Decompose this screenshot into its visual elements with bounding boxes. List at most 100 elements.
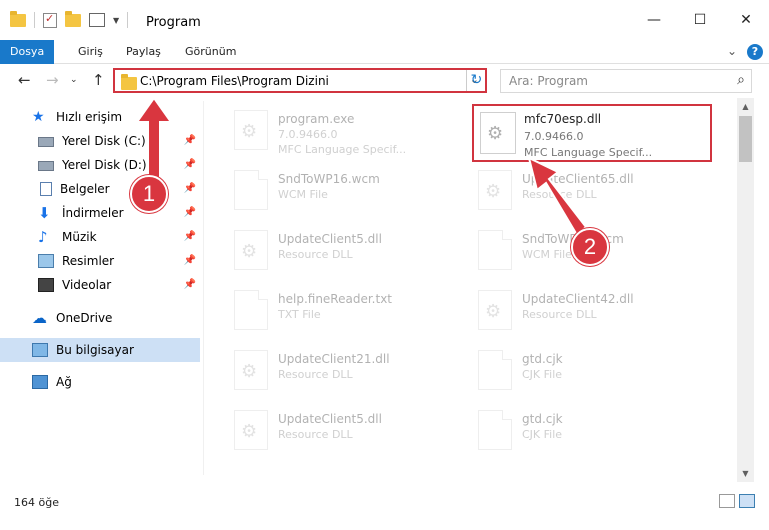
search-input[interactable]: Ara: Program: [509, 74, 588, 88]
file-item[interactable]: UpdateClient5.dll Resource DLL: [212, 402, 452, 456]
back-arrow-icon[interactable]: ←: [18, 71, 31, 89]
ribbon-tabs: Dosya Giriş Paylaş Görünüm ⌄ ?: [0, 40, 769, 64]
item-count: 164 öğe: [14, 496, 59, 509]
pin-icon[interactable]: 📌: [184, 279, 196, 290]
nav-quick-access[interactable]: ★ Hızlı erişim: [0, 105, 200, 129]
file-type: CJK File: [522, 368, 563, 381]
file-type: WCM File: [522, 248, 572, 261]
scroll-thumb[interactable]: [739, 116, 752, 162]
refresh-icon[interactable]: ↻: [466, 70, 486, 91]
file-item[interactable]: UpdateClient21.dll Resource DLL: [212, 342, 452, 396]
file-item[interactable]: SndToWP16.wcm WCM File: [212, 162, 452, 216]
nav-item-disk-c[interactable]: Yerel Disk (C:) 📌: [0, 129, 200, 153]
dll-icon: [478, 170, 512, 210]
minimize-button[interactable]: —: [631, 0, 677, 40]
file-name: SndToWP16.wcm: [278, 172, 380, 186]
file-type: Resource DLL: [522, 188, 597, 201]
recent-locations-chevron-icon[interactable]: ⌄: [70, 75, 78, 85]
pin-icon[interactable]: 📌: [184, 231, 196, 242]
nav-item-music[interactable]: ♪ Müzik 📌: [0, 225, 200, 249]
pin-icon[interactable]: 📌: [184, 183, 196, 194]
tiles-view-icon[interactable]: [739, 494, 755, 508]
dll-icon: [478, 290, 512, 330]
forward-arrow-icon[interactable]: →: [46, 71, 59, 89]
blank-file-icon: [478, 410, 512, 450]
nav-label: Hızlı erişim: [56, 110, 123, 124]
music-icon: ♪: [38, 228, 48, 246]
file-item[interactable]: help.fineReader.txt TXT File: [212, 282, 452, 336]
quick-access-toolbar: ▼: [10, 10, 129, 28]
blank-file-icon: [478, 350, 512, 390]
callout-badge-2: 2: [571, 228, 609, 266]
file-name: help.fineReader.txt: [278, 292, 392, 306]
title-bar: ▼ Program — ☐ ✕: [0, 0, 769, 40]
customize-toolbar-chevron-icon[interactable]: ▼: [113, 16, 119, 25]
dll-icon: [480, 112, 516, 154]
properties-check-icon[interactable]: [43, 12, 57, 28]
dll-icon: [234, 230, 268, 270]
view-options-icon[interactable]: [89, 13, 105, 27]
nav-item-disk-d[interactable]: Yerel Disk (D:) 📌: [0, 153, 200, 177]
separator: [34, 12, 35, 28]
star-icon: ★: [32, 109, 45, 125]
vertical-scrollbar[interactable]: ▲ ▼: [737, 98, 754, 482]
address-path[interactable]: C:\Program Files\Program Dizini: [140, 74, 329, 88]
maximize-button[interactable]: ☐: [677, 0, 723, 40]
pin-icon[interactable]: 📌: [184, 255, 196, 266]
nav-item-pictures[interactable]: Resimler 📌: [0, 249, 200, 273]
search-box[interactable]: Ara: Program ⌕: [500, 69, 752, 93]
search-icon[interactable]: ⌕: [737, 72, 745, 88]
address-bar[interactable]: C:\Program Files\Program Dizini ⌄: [113, 68, 487, 93]
help-icon[interactable]: ?: [747, 44, 763, 60]
file-item[interactable]: UpdateClient65.dll Resource DLL: [456, 162, 696, 216]
status-bar: 164 öğe: [0, 482, 769, 530]
close-button[interactable]: ✕: [723, 0, 769, 40]
nav-item-downloads[interactable]: ⬇ İndirmeler 📌: [0, 201, 200, 225]
pin-icon[interactable]: 📌: [184, 135, 196, 146]
tab-share[interactable]: Paylaş: [126, 40, 161, 64]
videos-icon: [38, 278, 54, 292]
nav-label: OneDrive: [56, 311, 113, 325]
file-item[interactable]: UpdateClient5.dll Resource DLL: [212, 222, 452, 276]
file-version: 7.0.9466.0: [524, 130, 584, 143]
file-name: program.exe: [278, 112, 355, 126]
file-item[interactable]: gtd.cjk CJK File: [456, 342, 696, 396]
scroll-down-icon[interactable]: ▼: [737, 465, 754, 482]
pin-icon[interactable]: 📌: [184, 207, 196, 218]
window-title: Program: [146, 15, 201, 30]
file-item-highlighted[interactable]: mfc70esp.dll 7.0.9466.0 MFC Language Spe…: [472, 104, 712, 162]
tab-file[interactable]: Dosya: [0, 40, 55, 64]
pin-icon[interactable]: 📌: [184, 159, 196, 170]
new-folder-icon[interactable]: [65, 10, 81, 27]
file-name: UpdateClient5.dll: [278, 232, 382, 246]
nav-onedrive[interactable]: ☁ OneDrive: [0, 306, 200, 330]
nav-item-documents[interactable]: Belgeler 📌: [0, 177, 200, 201]
nav-label: Yerel Disk (C:): [62, 134, 146, 148]
window-controls: — ☐ ✕: [631, 0, 769, 40]
dll-icon: [234, 410, 268, 450]
file-type: TXT File: [278, 308, 321, 321]
details-view-icon[interactable]: [719, 494, 735, 508]
nav-label: Videolar: [62, 278, 112, 292]
nav-this-pc[interactable]: Bu bilgisayar: [0, 338, 200, 362]
file-name: UpdateClient21.dll: [278, 352, 390, 366]
file-item[interactable]: program.exe 7.0.9466.0 MFC Language Spec…: [212, 102, 452, 156]
file-type: CJK File: [522, 428, 563, 441]
computer-icon: [32, 343, 48, 357]
tab-view[interactable]: Görünüm: [185, 40, 236, 64]
file-description: MFC Language Specif...: [278, 143, 407, 156]
tab-home[interactable]: Giriş: [78, 40, 103, 64]
scroll-up-icon[interactable]: ▲: [737, 98, 754, 115]
file-type: Resource DLL: [278, 248, 353, 261]
blank-file-icon: [234, 290, 268, 330]
separator: [127, 12, 129, 28]
file-item[interactable]: gtd.cjk CJK File: [456, 402, 696, 456]
dll-icon: [234, 350, 268, 390]
network-icon: [32, 375, 48, 389]
file-item[interactable]: UpdateClient42.dll Resource DLL: [456, 282, 696, 336]
address-row: ← → ⌄ ↑ C:\Program Files\Program Dizini …: [0, 64, 769, 98]
nav-network[interactable]: Ağ: [0, 370, 200, 394]
up-arrow-icon[interactable]: ↑: [92, 71, 105, 89]
expand-ribbon-chevron-icon[interactable]: ⌄: [727, 44, 737, 58]
nav-item-videos[interactable]: Videolar 📌: [0, 273, 200, 297]
